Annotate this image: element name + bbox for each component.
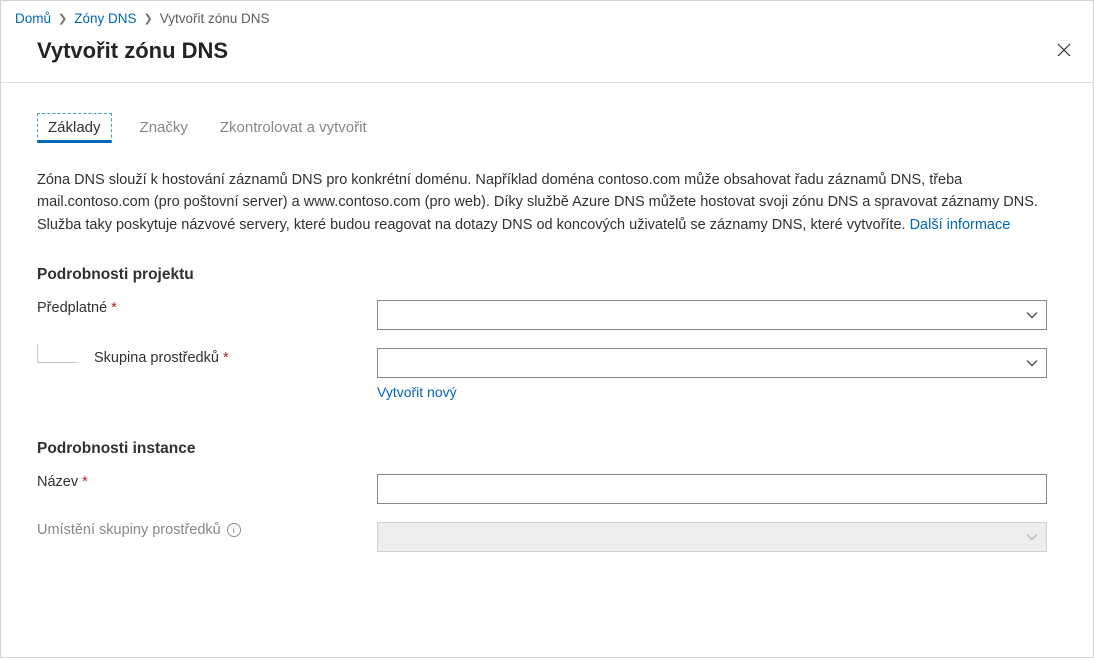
create-new-link[interactable]: Vytvořit nový: [377, 384, 457, 400]
subscription-label: Předplatné: [37, 300, 107, 316]
chevron-down-icon: [1026, 357, 1038, 369]
chevron-down-icon: [1026, 531, 1038, 543]
subscription-select[interactable]: [377, 300, 1047, 330]
resource-group-label: Skupina prostředků: [94, 350, 219, 366]
required-asterisk: *: [82, 474, 88, 490]
breadcrumb-zones[interactable]: Zóny DNS: [74, 11, 136, 26]
resource-group-select[interactable]: [377, 348, 1047, 378]
close-button[interactable]: [1053, 38, 1075, 64]
page-title: Vytvořit zónu DNS: [37, 38, 228, 64]
breadcrumb: Domů ❯ Zóny DNS ❯ Vytvořit zónu DNS: [1, 1, 1093, 34]
rg-location-select: [377, 522, 1047, 552]
required-asterisk: *: [223, 350, 229, 366]
tab-review[interactable]: Zkontrolovat a vytvořit: [216, 113, 371, 143]
required-asterisk: *: [111, 300, 117, 316]
chevron-right-icon: ❯: [144, 12, 153, 25]
tab-tags[interactable]: Značky: [136, 113, 192, 143]
name-label: Název: [37, 474, 78, 490]
description-text: Zóna DNS slouží k hostování záznamů DNS …: [37, 169, 1047, 236]
tab-basics[interactable]: Základy: [37, 113, 112, 143]
tabs: Základy Značky Zkontrolovat a vytvořit: [37, 113, 1057, 143]
info-icon[interactable]: i: [227, 523, 241, 537]
breadcrumb-home[interactable]: Domů: [15, 11, 51, 26]
close-icon: [1057, 43, 1071, 57]
section-instance-details: Podrobnosti instance: [37, 440, 1057, 458]
breadcrumb-current: Vytvořit zónu DNS: [160, 11, 270, 26]
name-input[interactable]: [377, 474, 1047, 504]
chevron-down-icon: [1026, 309, 1038, 321]
section-project-details: Podrobnosti projektu: [37, 266, 1057, 284]
learn-more-link[interactable]: Další informace: [910, 217, 1011, 233]
chevron-right-icon: ❯: [58, 12, 67, 25]
rg-location-label: Umístění skupiny prostředků: [37, 522, 221, 538]
